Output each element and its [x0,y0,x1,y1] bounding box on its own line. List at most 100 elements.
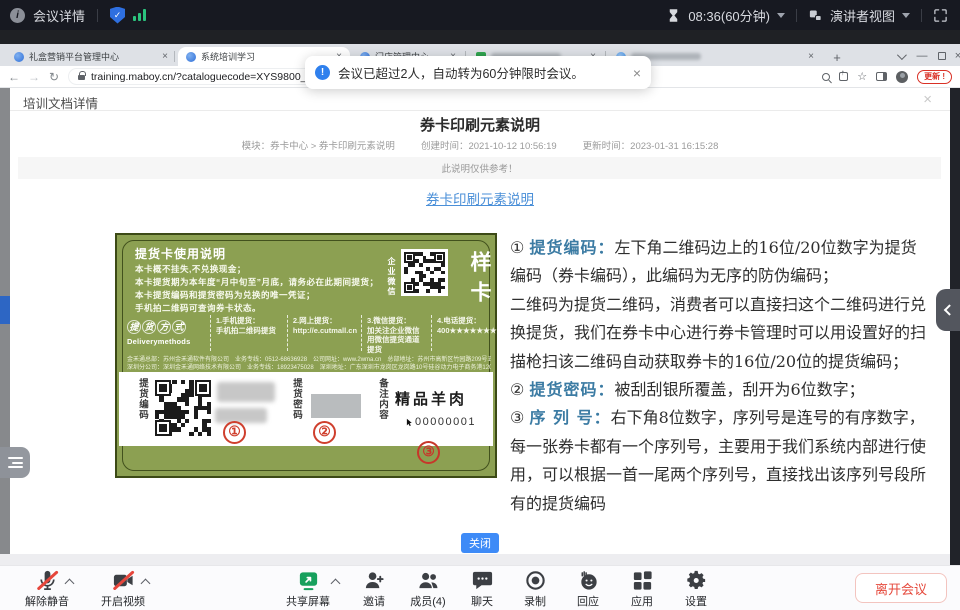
card-usage-title: 提货卡使用说明 [135,245,226,262]
explanation-line: 二维码为提货二维码，消费者可以直接扫这个二维码进行兑 [510,291,950,319]
meeting-info-icon[interactable]: i [10,8,25,23]
doc-panel-header: 培训文档详情 × [10,88,950,111]
panel-close-icon[interactable]: × [923,91,932,108]
close-doc-button[interactable]: 关闭 [461,533,499,553]
meta-created: 创建时间：2021-10-12 10:56:19 [421,138,557,152]
browser-update-button[interactable]: 更新 ! [917,70,952,84]
leave-meeting-button[interactable]: 离开会议 [855,573,947,603]
window-menu-icon[interactable] [890,47,910,65]
mouse-cursor-icon [405,417,414,428]
explanation-line: 换提货，我们在券卡中心进行券卡管理时可以用设置好的扫 [510,319,950,347]
screen-share-icon [297,569,320,592]
blurred-code [215,408,267,423]
explanation-line: ② 提货密码：被刮刮银所覆盖，刮开为6位数字； [510,376,950,404]
delivery-methods-row: 提货方式 Deliverymethods 1.手机提货： 手机拍二维码提货 2.… [127,315,489,351]
window-minimize-icon[interactable]: — [912,47,932,65]
divider [921,9,922,22]
zoom-icon[interactable] [822,73,830,81]
window-close-icon[interactable]: × [948,47,960,65]
document-title: 券卡印刷元素说明 [10,114,950,135]
list-icon [8,455,23,471]
chat-icon [471,569,494,592]
network-signal-icon[interactable] [133,9,146,21]
explanation-text: ① 提货编码：左下角二维码边上的16位/20位数字为提货编码（券卡编码），此编码… [510,234,950,518]
back-icon[interactable]: ← [4,70,24,84]
badge-1: ① [223,421,246,444]
tab-close-icon[interactable]: × [806,51,816,62]
meeting-info-label[interactable]: 会议详情 [33,6,85,25]
video-options-chevron[interactable] [141,579,151,589]
settings-button[interactable]: 设置 [676,569,716,609]
share-screen-button[interactable]: 共享屏幕 [276,569,340,609]
settings-icon [685,569,708,592]
tab-favicon [14,52,24,62]
meeting-top-bar: i 会议详情 ✓ 08:36(60分钟) 演讲者视图 [0,0,960,30]
fullscreen-icon[interactable] [933,8,948,23]
delivery-title: 提货方式 [127,317,210,335]
serial-number: 00000001 [405,416,476,428]
wechat-qr-code [401,249,448,296]
badge-3: ③ [417,441,440,464]
record-button[interactable]: 录制 [515,569,555,609]
meeting-notification-toast: ! 会议已超过2人，自动转为60分钟限时会议。 × [305,56,651,89]
pickup-code-label: 提货编码 [135,378,149,420]
reload-icon[interactable]: ↻ [44,70,64,84]
members-button[interactable]: 成员(4) [402,569,454,609]
document-link[interactable]: 券卡印刷元素说明 [10,188,950,208]
divider [97,9,98,22]
delivery-subtitle: Deliverymethods [127,337,210,346]
profile-avatar[interactable] [896,71,908,83]
invite-button[interactable]: 邀请 [352,569,396,609]
divider [796,9,797,22]
page-bottom-band [0,554,960,565]
members-icon [417,569,440,592]
bookmark-star-icon[interactable]: ☆ [857,72,867,82]
explanation-line: 编码（券卡编码），此编码为无序的防伪编码； [510,262,950,290]
wechat-label: 企业微信 [386,257,397,297]
new-tab-button[interactable]: + [828,48,846,66]
start-video-button[interactable]: 开启视频 [90,569,156,609]
browser-tab-1[interactable]: 礼盒营销平台管理中心 × [6,47,176,66]
side-panel-icon[interactable] [876,72,887,81]
url-text[interactable]: training.maboy.cn/?cataloguecode=XYS9800… [91,71,334,83]
product-name: 精品羊肉 [395,388,467,409]
delivery-method: 4.电话提货： 400★★★★★★★ [431,315,489,351]
meta-module: 模块：券卡中心 > 券卡印刷元素说明 [242,138,395,152]
timer-dropdown-icon[interactable] [777,13,785,18]
tab-favicon [186,52,196,62]
panel-title: 培训文档详情 [23,93,98,112]
meta-updated: 更新时间：2023-01-31 16:15:28 [583,138,719,152]
mic-off-icon [36,569,59,592]
view-mode-label[interactable]: 演讲者视图 [830,6,895,25]
record-icon [524,569,547,592]
explanation-line: 用，可以根据一首一尾两个序列号，直接找出该序列号段所 [510,461,950,489]
meeting-timer: 08:36(60分钟) [688,6,770,25]
card-usage-line: 手机拍二维码可查询券卡状态。 [135,302,261,314]
mic-options-chevron[interactable] [65,579,75,589]
notification-close-icon[interactable]: × [633,65,641,81]
reaction-button[interactable]: 回应 [568,569,608,609]
blurred-code [217,382,275,402]
meeting-window: i 会议详情 ✓ 08:36(60分钟) 演讲者视图 [0,0,960,610]
document-meta: 模块：券卡中心 > 券卡印刷元素说明 创建时间：2021-10-12 10:56… [10,138,950,152]
share-options-chevron[interactable] [331,579,341,589]
scratch-area [311,394,361,418]
explanation-line: ③ 序 列 号：右下角8位数字，序列号是连号的有序数字， [510,404,950,432]
view-dropdown-icon[interactable] [902,13,910,18]
info-icon: ! [315,65,330,80]
security-shield-icon[interactable]: ✓ [110,7,125,24]
card-code-strip: 提货编码 ① 提货密码 ② 备注内容 精品羊肉 00000001 [119,372,493,446]
share-icon[interactable] [839,72,848,81]
tab-close-icon[interactable]: × [160,51,170,62]
chat-button[interactable]: 聊天 [462,569,502,609]
explanation-line: 有的提货编码 [510,490,950,518]
sidebar-active-item [0,296,10,324]
panel-collapse-handle[interactable] [936,289,960,331]
floating-list-widget[interactable] [0,447,30,478]
explanation-line: 描枪扫该二维码自动获取券卡的16位/20位的提货编码； [510,348,950,376]
forward-icon[interactable]: → [24,70,44,84]
gift-card-image: 提货卡使用说明 本卡概不挂失,不兑换现金； 本卡提货期为本年度“月中旬至”月底，… [115,233,497,478]
apps-button[interactable]: 应用 [622,569,662,609]
browser-frame-top [0,30,960,44]
unmute-button[interactable]: 解除静音 [14,569,80,609]
